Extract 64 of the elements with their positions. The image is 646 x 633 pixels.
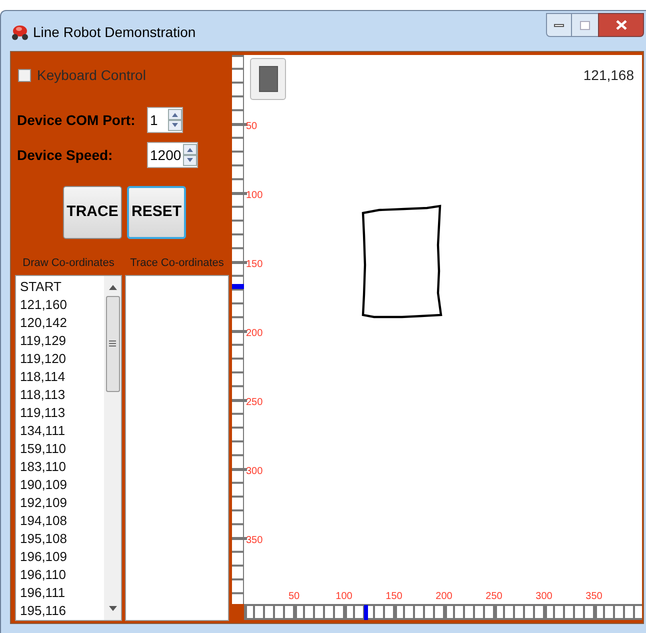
stop-square-icon (258, 66, 278, 92)
list-item[interactable]: 119,113 (20, 404, 104, 422)
checkbox[interactable] (18, 68, 31, 82)
window-title: Line Robot Demonstration (33, 23, 196, 41)
drawing-canvas[interactable]: 50 100 150 200 250 300 350 50 100 150 200 250 300 350 121,168 (244, 55, 642, 604)
tick-label: 150 (246, 259, 263, 271)
list-item[interactable]: 195,108 (20, 530, 104, 548)
tick-label: 200 (436, 591, 452, 603)
spinner-arrows-icon (168, 109, 182, 131)
maximize-icon (580, 20, 590, 30)
list-item[interactable]: 134,111 (20, 422, 104, 440)
list-item[interactable]: 120,142 (20, 314, 104, 332)
list-item[interactable]: 192,109 (20, 494, 104, 512)
list-item[interactable]: 159,110 (20, 440, 104, 458)
list-item[interactable]: 190,109 (20, 476, 104, 494)
field-label: Device Speed: (17, 146, 114, 165)
close-icon (616, 20, 626, 30)
spinner-arrows-icon (183, 144, 197, 166)
column-header: Trace Co-ordinates (129, 256, 225, 271)
tick-label: 250 (246, 397, 263, 409)
minimize-icon (554, 24, 564, 26)
tick-label: 100 (246, 190, 263, 202)
checkbox-label: Keyboard Control (37, 66, 146, 85)
scroll-up-icon (108, 284, 116, 290)
tick-label: 150 (386, 591, 402, 603)
list-box[interactable] (125, 274, 229, 620)
column-header: Draw Co-ordinates (22, 256, 116, 271)
grip-icon (109, 340, 116, 347)
scrollbar[interactable] (104, 276, 121, 620)
minimize-button[interactable] (546, 13, 572, 37)
list-item[interactable]: 196,111 (20, 584, 104, 602)
tick-label: 300 (536, 591, 552, 603)
list-item[interactable]: 121,160 (20, 296, 104, 314)
list-item[interactable]: 118,114 (20, 368, 104, 386)
color-button[interactable] (250, 58, 286, 100)
spin-field[interactable]: 1 (147, 107, 183, 133)
tick-label: 100 (336, 591, 352, 603)
list-item[interactable]: 183,110 (20, 458, 104, 476)
list-item[interactable]: 118,113 (20, 386, 104, 404)
position-readout: 121,168 (583, 66, 634, 85)
maximize-button[interactable] (572, 13, 598, 37)
spin-field[interactable]: 1200 (147, 142, 198, 168)
trace-button[interactable]: TRACE (63, 186, 122, 239)
tick-label: 300 (246, 466, 263, 478)
field-label: Device COM Port: (17, 110, 136, 130)
tick-label: 250 (486, 591, 502, 603)
list-item[interactable]: START (20, 278, 104, 296)
list-item[interactable]: 196,110 (20, 566, 104, 584)
list-item[interactable]: 196,109 (20, 548, 104, 566)
list-item[interactable]: 195,116 (20, 602, 104, 620)
close-button[interactable] (598, 13, 644, 37)
robot-car-icon (11, 23, 29, 41)
list-item[interactable]: 119,129 (20, 332, 104, 350)
tick-label: 350 (246, 535, 263, 547)
list-item[interactable]: 194,108 (20, 512, 104, 530)
tick-label: 350 (586, 591, 602, 603)
list-item[interactable]: 119,120 (20, 350, 104, 368)
scroll-thumb[interactable] (106, 296, 120, 392)
scroll-down-icon (108, 606, 116, 610)
tick-label: 50 (246, 121, 258, 133)
tick-label: 50 (288, 591, 300, 603)
tick-label: 200 (246, 328, 263, 340)
reset-button[interactable]: RESET (127, 186, 186, 239)
list-box[interactable]: START 121,160 120,142 119,129 119,120 118,114 118,113 119,113 134,111 159,110 183,110 190,109 192,109 194,108 195,108 196,109 196,110 196,111 195,116 (15, 274, 122, 620)
